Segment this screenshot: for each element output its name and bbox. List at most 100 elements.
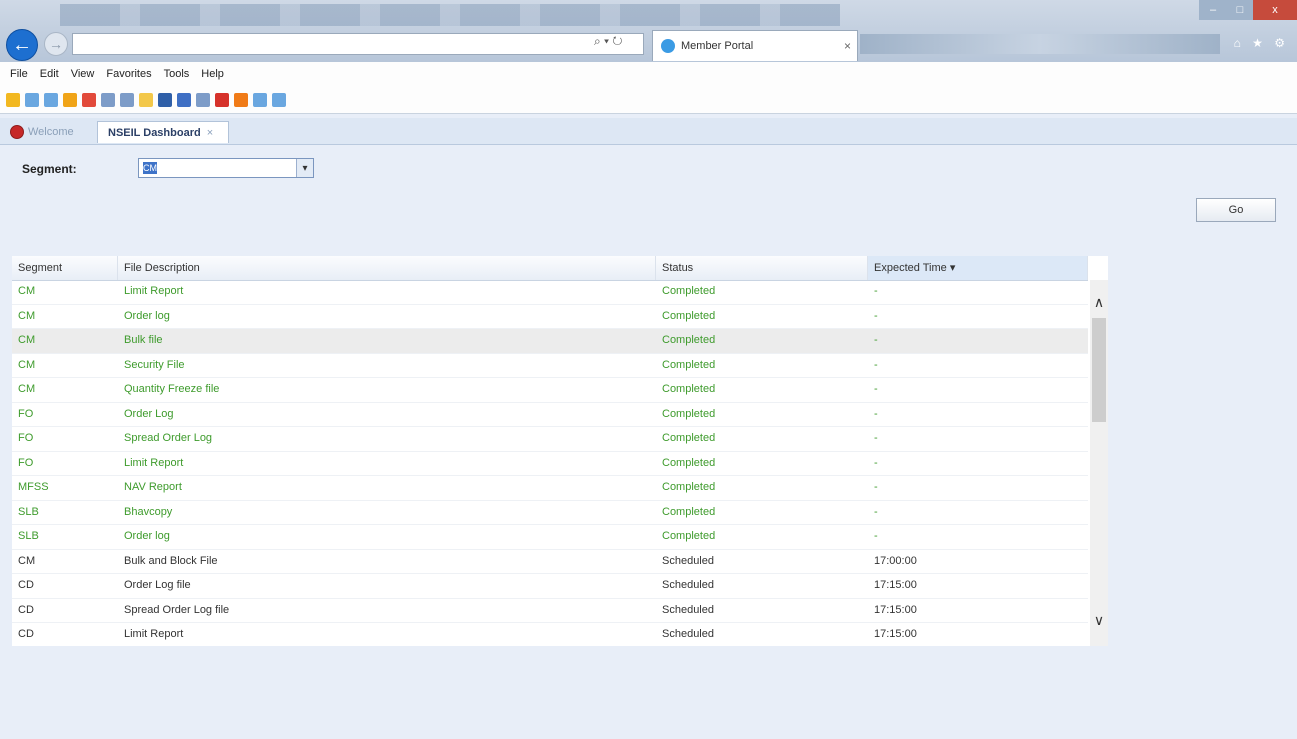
table-row[interactable]: CD Limit Report Scheduled 17:15:00 [12, 623, 1088, 646]
browser-tab-title: Member Portal [681, 40, 754, 52]
search-refresh-icon[interactable]: ⌕ ▾ ↻ [594, 34, 623, 49]
file-status-grid: Segment File Description Status Expected… [12, 256, 1108, 646]
favorite-app-icon[interactable] [215, 92, 229, 107]
column-header-file-description[interactable]: File Description [118, 256, 656, 280]
segment-dropdown[interactable]: CM ▾ [138, 158, 314, 178]
cell-segment: SLB [18, 530, 39, 542]
cell-status: Completed [662, 432, 716, 444]
column-header-expected-time-label: Expected Time [874, 262, 947, 274]
welcome-icon [10, 125, 24, 139]
menu-view[interactable]: View [71, 68, 95, 80]
address-bar-input[interactable] [72, 33, 644, 55]
column-header-status[interactable]: Status [656, 256, 868, 280]
minimize-button[interactable]: – [1199, 0, 1227, 20]
go-button[interactable]: Go [1196, 198, 1276, 222]
table-row[interactable]: SLB Bhavcopy Completed - [12, 501, 1088, 525]
cell-segment: SLB [18, 505, 39, 518]
menu-tools[interactable]: Tools [164, 68, 190, 80]
cell-segment: CM [18, 334, 36, 346]
column-header-expected-time[interactable]: Expected Time ▾ [868, 256, 1088, 280]
favorite-folder-icon[interactable] [139, 92, 153, 107]
favorite-page-icon[interactable] [272, 92, 286, 107]
blurred-tab-strip [60, 4, 840, 26]
star-icon[interactable] [6, 92, 20, 107]
cell-expected-time: - [874, 505, 878, 518]
cell-segment: FO [18, 432, 34, 444]
segment-selected-value: CM [143, 162, 157, 174]
favorite-page-icon[interactable] [25, 92, 39, 107]
cell-status: Scheduled [662, 603, 714, 616]
table-row[interactable]: FO Order Log Completed - [12, 403, 1088, 427]
table-row[interactable]: CM Order log Completed - [12, 305, 1088, 329]
favorite-page-icon[interactable] [44, 92, 58, 107]
table-row[interactable]: CM Quantity Freeze file Completed - [12, 378, 1088, 403]
table-row[interactable]: CM Limit Report Completed - [12, 280, 1088, 305]
menu-file[interactable]: File [10, 68, 28, 80]
cell-status: Completed [662, 358, 716, 371]
table-row[interactable]: CD Spread Order Log file Scheduled 17:15:00 [12, 599, 1088, 623]
browser-tab-member-portal[interactable]: Member Portal × [652, 30, 858, 61]
close-window-button[interactable]: x [1253, 0, 1297, 20]
window-controls: – □ x [1199, 0, 1297, 20]
cell-file-description: Bulk and Block File [124, 554, 218, 567]
tab-nseil-dashboard[interactable]: NSEIL Dashboard × [97, 121, 229, 143]
cell-file-description: Order Log [124, 407, 174, 420]
cell-segment: FO [18, 456, 34, 469]
segment-label: Segment: [22, 162, 77, 176]
favorite-google-icon[interactable] [82, 92, 96, 107]
menu-favorites[interactable]: Favorites [106, 68, 151, 80]
cell-segment: CD [18, 603, 34, 616]
table-row[interactable]: FO Limit Report Completed - [12, 452, 1088, 476]
tab-dashboard-label: NSEIL Dashboard [108, 126, 201, 139]
cell-expected-time: - [874, 432, 878, 444]
column-header-segment[interactable]: Segment [12, 256, 118, 280]
favorite-app-icon[interactable] [234, 92, 248, 107]
favorite-nse-icon[interactable] [196, 92, 210, 107]
cell-status: Scheduled [662, 628, 714, 640]
favorites-bar [0, 86, 1297, 114]
cell-expected-time: 17:00:00 [874, 554, 917, 567]
maximize-button[interactable]: □ [1227, 0, 1253, 20]
chevron-down-icon[interactable]: ▾ [296, 159, 313, 177]
table-row[interactable]: MFSS NAV Report Completed - [12, 476, 1088, 501]
cell-expected-time: - [874, 285, 878, 297]
favorite-bing-icon[interactable] [63, 92, 77, 107]
menu-edit[interactable]: Edit [40, 68, 59, 80]
favorite-app-icon[interactable] [158, 92, 172, 107]
favorite-page-icon[interactable] [253, 92, 267, 107]
close-tab-icon[interactable]: × [844, 39, 851, 53]
cell-file-description: NAV Report [124, 481, 182, 493]
cell-status: Completed [662, 309, 716, 322]
favorite-nse-icon[interactable] [101, 92, 115, 107]
cell-segment: CM [18, 309, 36, 322]
scroll-down-icon[interactable]: ∨ [1090, 612, 1108, 629]
cell-expected-time: - [874, 407, 878, 420]
favorite-app-icon[interactable] [177, 92, 191, 107]
cell-file-description: Order log [124, 309, 170, 322]
cell-segment: CD [18, 628, 34, 640]
home-star-gear-icon[interactable]: ⌂ ★ ⚙ [1234, 36, 1289, 50]
table-row[interactable]: FO Spread Order Log Completed - [12, 427, 1088, 452]
close-tab-icon[interactable]: × [207, 127, 213, 139]
back-arrow-icon[interactable]: ← [6, 29, 38, 61]
table-row[interactable]: SLB Order log Completed - [12, 525, 1088, 550]
scroll-up-icon[interactable]: ∧ [1090, 294, 1108, 311]
table-row[interactable]: CM Bulk and Block File Scheduled 17:00:00 [12, 550, 1088, 574]
menu-bar: File Edit View Favorites Tools Help [0, 62, 1297, 86]
scroll-thumb[interactable] [1092, 318, 1106, 422]
cell-file-description: Limit Report [124, 456, 184, 469]
grid-header: Segment File Description Status Expected… [12, 256, 1088, 281]
cell-segment: CM [18, 358, 36, 371]
favorite-nse-icon[interactable] [120, 92, 134, 107]
vertical-scrollbar[interactable]: ∧ ∨ [1090, 280, 1108, 646]
table-row[interactable]: CD Order Log file Scheduled 17:15:00 [12, 574, 1088, 599]
table-row[interactable]: CM Bulk file Completed - [12, 329, 1088, 354]
menu-help[interactable]: Help [201, 68, 224, 80]
cell-expected-time: 17:15:00 [874, 628, 917, 640]
tab-welcome[interactable]: Welcome [10, 121, 94, 143]
cell-status: Completed [662, 334, 716, 346]
cell-status: Completed [662, 530, 716, 542]
cell-status: Completed [662, 456, 716, 469]
table-row[interactable]: CM Security File Completed - [12, 354, 1088, 378]
forward-arrow-icon[interactable]: → [44, 32, 68, 56]
